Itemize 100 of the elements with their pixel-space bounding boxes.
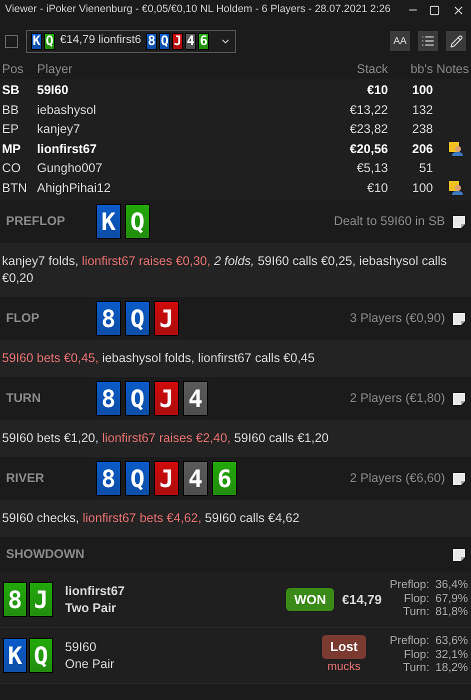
note-icon[interactable] [453, 392, 465, 404]
table-cell-text: 132 [411, 102, 433, 119]
equity-label: Flop: [402, 648, 430, 662]
table-cell-text: 59I60 [37, 82, 70, 100]
playing-card: K [96, 204, 121, 239]
street-label: SHOWDOWN [6, 546, 84, 564]
street-label: FLOP [6, 310, 40, 328]
playing-card: 8 [146, 32, 158, 50]
street-info: 3 Players (€0,90) [350, 310, 445, 328]
table-cell-text: lionfirst67 [37, 140, 98, 158]
table-cell-text: €5,13 [356, 160, 388, 178]
font-size-button[interactable]: AA [390, 31, 410, 51]
equity-label: Turn: [402, 662, 430, 676]
result-badge: Lost [322, 635, 366, 659]
hand-dropdown[interactable]: K Q €14,79 lionfirst6 8 Q J 4 6 [26, 30, 236, 52]
playing-card: J [154, 301, 179, 336]
equity-value: 67,9% [435, 592, 468, 606]
playing-card: Q [159, 32, 170, 50]
equity-label: Preflop: [390, 579, 430, 593]
table-cell-text: 238 [411, 121, 433, 138]
street-label: PREFLOP [6, 213, 66, 230]
table-cell-text: Gungho007 [37, 160, 104, 178]
close-icon[interactable] [452, 4, 465, 16]
playing-card: J [154, 381, 179, 416]
table-cell-text: EP [2, 121, 20, 138]
table-cell-text: 206 [411, 140, 433, 158]
playing-card: 8 [96, 461, 121, 496]
action-text: kanjey7 folds, lionfirst67 raises €0,30, 2 folds, 59I60 calls €0,25, iebashysol calls €0,20 [0, 243, 471, 297]
table-cell-text: €20,56 [348, 140, 388, 158]
playing-card: K [31, 32, 42, 50]
equity-value: 36,4% [435, 579, 468, 593]
column-header: Stack [356, 60, 388, 78]
street-info: Dealt to 59I60 in SB [334, 213, 445, 230]
playing-card: Q [29, 638, 53, 673]
table-cell-text: SB [2, 82, 20, 100]
window-title: Viewer - iPoker Vienenburg - €0,05/€0,10 NL Holdem - 6 Players - 28.07.2021 2:26 [5, 2, 392, 18]
list-button[interactable] [418, 31, 438, 51]
street-info: 2 Players (€6,60) [350, 470, 445, 488]
playing-card: Q [125, 204, 150, 239]
table-cell-text: AhighPihai12 [37, 180, 112, 197]
hand-summary: €14,79 lionfirst6 [60, 33, 142, 48]
table-cell-text: MP [2, 140, 22, 158]
edit-button[interactable] [446, 31, 466, 51]
playing-card: 6 [198, 32, 210, 50]
equity-value: 63,6% [435, 635, 468, 649]
action-text: 59I60 bets €0,45, iebashysol folds, lionfirst67 calls €0,45 [0, 340, 471, 377]
table-cell-text: €10 [366, 82, 388, 100]
column-header: bb's [409, 60, 433, 78]
playing-card: 4 [185, 32, 196, 50]
won-amount: €14,79 [342, 590, 382, 609]
playing-card: 4 [183, 381, 208, 416]
note-icon[interactable] [453, 472, 465, 484]
playing-card: J [29, 582, 53, 617]
street-label: RIVER [6, 470, 46, 488]
table-cell-text: CO [2, 160, 22, 178]
table-cell-text: 51 [418, 160, 433, 178]
column-header: Pos [2, 60, 25, 78]
note-icon[interactable] [453, 548, 465, 560]
playing-card: 8 [96, 381, 121, 416]
column-header: Player [37, 60, 74, 78]
table-cell-text: €13,22 [348, 102, 388, 119]
action-text: 59I60 bets €1,20, lionfirst67 raises €2,40, 59I60 calls €1,20 [0, 420, 471, 457]
equity-value: 32,1% [435, 648, 468, 662]
action-text: 59I60 checks, lionfirst67 bets €4,62, 59I60 calls €4,62 [0, 500, 471, 537]
table-cell-text: iebashysol [37, 102, 98, 119]
equity-value: 18,2% [435, 662, 468, 676]
table-cell-text: 100 [411, 180, 433, 197]
list-icon [421, 34, 435, 48]
equity-value: 81,8% [435, 606, 468, 620]
playing-card: J [154, 461, 179, 496]
playing-card: Q [125, 301, 150, 336]
playing-card: K [3, 638, 27, 673]
equity-label: Flop: [402, 592, 430, 606]
player-name: 59I60 [65, 638, 98, 656]
playing-card: J [172, 32, 184, 50]
playing-card: 6 [212, 461, 237, 496]
pencil-icon [450, 34, 462, 48]
street-info: 2 Players (€1,80) [350, 390, 445, 408]
table-cell-text: BTN [2, 180, 28, 197]
hand-rank: One Pair [65, 656, 114, 672]
table-cell-text: €23,82 [348, 121, 388, 138]
maximize-icon[interactable] [429, 4, 440, 16]
note-icon[interactable] [453, 312, 465, 324]
equity-label: Turn: [402, 606, 430, 620]
playing-card: Q [125, 381, 150, 416]
table-cell-text: 100 [411, 82, 433, 100]
table-cell-text: kanjey7 [37, 121, 82, 138]
playing-card: Q [44, 32, 55, 50]
player-name: lionfirst67 [65, 582, 125, 600]
playing-card: 4 [183, 461, 208, 496]
result-badge: WON [286, 588, 334, 612]
note-icon[interactable] [453, 216, 465, 228]
checkbox[interactable] [5, 34, 18, 48]
hand-rank: Two Pair [65, 600, 118, 616]
table-cell-text: €10 [366, 180, 388, 197]
street-label: TURN [6, 390, 42, 408]
playing-card: 8 [3, 582, 27, 617]
table-cell-text: BB [2, 102, 20, 119]
equity-label: Preflop: [390, 635, 430, 649]
muck-label: mucks [327, 660, 361, 675]
